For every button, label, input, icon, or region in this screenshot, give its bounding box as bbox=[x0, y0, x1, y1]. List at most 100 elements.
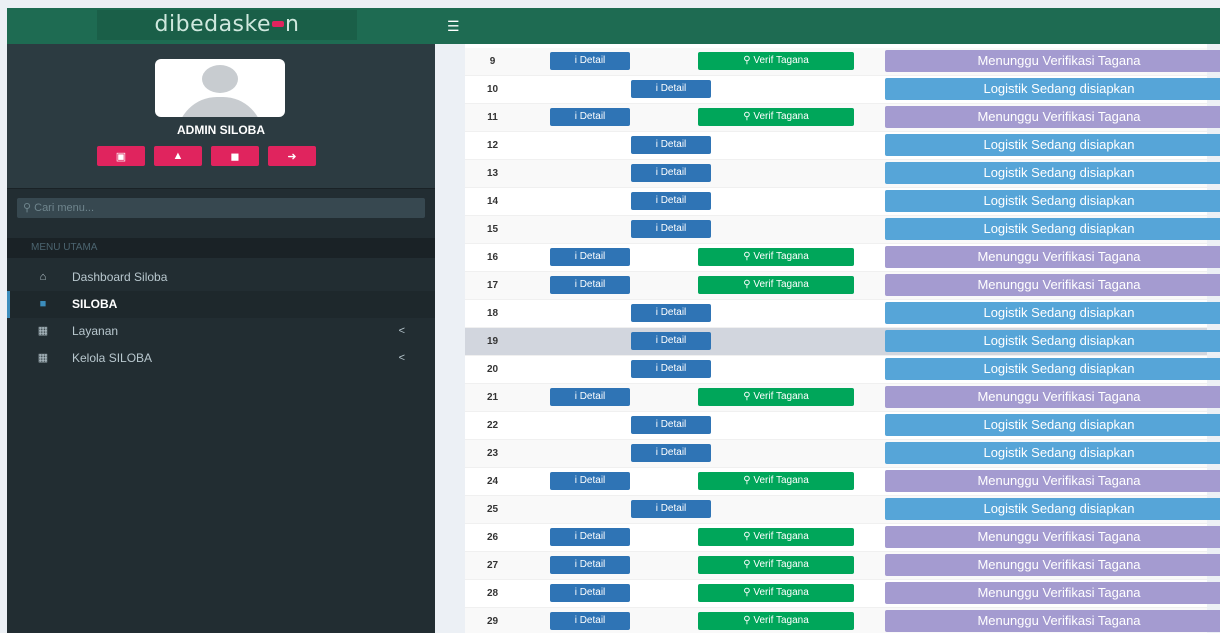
verif-tagana-button[interactable]: ⚲ Verif Tagana bbox=[698, 388, 854, 406]
verif-tagana-button[interactable]: ⚲ Verif Tagana bbox=[698, 584, 854, 602]
verif-label: Verif Tagana bbox=[753, 615, 809, 626]
detail-button[interactable]: i Detail bbox=[631, 304, 711, 322]
hamburger-icon[interactable]: ☰ bbox=[447, 18, 460, 35]
status-badge: Menunggu Verifikasi Tagana bbox=[885, 106, 1220, 128]
row-number: 13 bbox=[486, 168, 499, 179]
logo[interactable]: dibedaske n bbox=[97, 10, 357, 40]
lock-button[interactable]: ◼ bbox=[211, 146, 259, 166]
row-number: 28 bbox=[486, 588, 499, 599]
sidebar-item-label: Kelola SILOBA bbox=[72, 351, 153, 365]
detail-button[interactable]: i Detail bbox=[550, 472, 630, 490]
detail-label: Detail bbox=[660, 447, 687, 458]
grid-icon: ▦ bbox=[37, 352, 49, 364]
table-row: 15 i Detail Logistik Sedang disiapkan bbox=[465, 216, 1220, 244]
detail-button[interactable]: i Detail bbox=[550, 528, 630, 546]
detail-label: Detail bbox=[660, 363, 687, 374]
search-input[interactable]: ⚲ Cari menu... bbox=[17, 198, 425, 218]
profile-button[interactable]: ▲ bbox=[154, 146, 202, 166]
sidebar-item-label: Layanan bbox=[72, 324, 119, 338]
row-number: 10 bbox=[486, 84, 499, 95]
verif-label: Verif Tagana bbox=[753, 559, 809, 570]
row-number: 29 bbox=[486, 616, 499, 627]
verif-label: Verif Tagana bbox=[753, 279, 809, 290]
logo-suffix: n bbox=[285, 12, 300, 37]
detail-button[interactable]: i Detail bbox=[550, 612, 630, 630]
verif-tagana-button[interactable]: ⚲ Verif Tagana bbox=[698, 556, 854, 574]
verif-tagana-button[interactable]: ⚲ Verif Tagana bbox=[698, 528, 854, 546]
detail-button[interactable]: i Detail bbox=[631, 416, 711, 434]
detail-label: Detail bbox=[579, 251, 606, 262]
status-badge: Logistik Sedang disiapkan bbox=[885, 330, 1220, 352]
detail-button[interactable]: i Detail bbox=[631, 444, 711, 462]
verif-label: Verif Tagana bbox=[753, 531, 809, 542]
search-placeholder: Cari menu... bbox=[34, 202, 95, 214]
table-row: 21 i Detail ⚲ Verif Tagana Menunggu Verifik… bbox=[465, 384, 1220, 412]
detail-button[interactable]: i Detail bbox=[550, 248, 630, 266]
camera-button[interactable]: ▣ bbox=[97, 146, 145, 166]
table-row: 27 i Detail ⚲ Verif Tagana Menunggu Verifik… bbox=[465, 552, 1220, 580]
top-navbar: ☰ bbox=[435, 8, 1220, 44]
search-icon: ⚲ bbox=[743, 531, 754, 542]
row-number: 14 bbox=[486, 196, 499, 207]
verif-tagana-button[interactable]: ⚲ Verif Tagana bbox=[698, 52, 854, 70]
status-badge: Logistik Sedang disiapkan bbox=[885, 442, 1220, 464]
verif-tagana-button[interactable]: ⚲ Verif Tagana bbox=[698, 472, 854, 490]
table-row: 13 i Detail Logistik Sedang disiapkan bbox=[465, 160, 1220, 188]
table-row: 16 i Detail ⚲ Verif Tagana Menunggu Verifik… bbox=[465, 244, 1220, 272]
row-number: 16 bbox=[486, 252, 499, 263]
detail-button[interactable]: i Detail bbox=[631, 80, 711, 98]
detail-label: Detail bbox=[660, 335, 687, 346]
verif-tagana-button[interactable]: ⚲ Verif Tagana bbox=[698, 276, 854, 294]
detail-button[interactable]: i Detail bbox=[550, 584, 630, 602]
detail-button[interactable]: i Detail bbox=[631, 192, 711, 210]
table-row: 22 i Detail Logistik Sedang disiapkan bbox=[465, 412, 1220, 440]
logo-bar: dibedaske n bbox=[7, 8, 435, 44]
sidebar-item-layanan[interactable]: ▦ Layanan < bbox=[7, 318, 435, 345]
detail-label: Detail bbox=[660, 307, 687, 318]
sidebar-item-dashboard[interactable]: ⌂ Dashboard Siloba bbox=[7, 264, 435, 291]
detail-button[interactable]: i Detail bbox=[631, 220, 711, 238]
table-row: 19 i Detail Logistik Sedang disiapkan bbox=[465, 328, 1220, 356]
detail-button[interactable]: i Detail bbox=[550, 52, 630, 70]
table-row: 24 i Detail ⚲ Verif Tagana Menunggu Verifik… bbox=[465, 468, 1220, 496]
detail-button[interactable]: i Detail bbox=[631, 360, 711, 378]
detail-button[interactable]: i Detail bbox=[550, 556, 630, 574]
detail-button[interactable]: i Detail bbox=[631, 136, 711, 154]
sidebar-item-kelola-siloba[interactable]: ▦ Kelola SILOBA < bbox=[7, 345, 435, 372]
verif-tagana-button[interactable]: ⚲ Verif Tagana bbox=[698, 612, 854, 630]
detail-button[interactable]: i Detail bbox=[550, 108, 630, 126]
row-number: 17 bbox=[486, 280, 499, 291]
table-row: 29 i Detail ⚲ Verif Tagana Menunggu Verifik… bbox=[465, 608, 1220, 633]
detail-button[interactable]: i Detail bbox=[550, 276, 630, 294]
status-badge: Menunggu Verifikasi Tagana bbox=[885, 470, 1220, 492]
table-row: 9 i Detail ⚲ Verif Tagana Menunggu Verifika… bbox=[465, 48, 1220, 76]
row-number: 18 bbox=[486, 308, 499, 319]
verif-tagana-button[interactable]: ⚲ Verif Tagana bbox=[698, 108, 854, 126]
search-icon: ⚲ bbox=[743, 475, 754, 486]
logo-text: dibedaske bbox=[154, 12, 272, 37]
table-row: 18 i Detail Logistik Sedang disiapkan bbox=[465, 300, 1220, 328]
detail-button[interactable]: i Detail bbox=[631, 164, 711, 182]
row-number: 27 bbox=[486, 560, 499, 571]
search-icon: ⚲ bbox=[743, 587, 754, 598]
verif-label: Verif Tagana bbox=[753, 55, 809, 66]
verif-tagana-button[interactable]: ⚲ Verif Tagana bbox=[698, 248, 854, 266]
sidebar-item-label: Dashboard Siloba bbox=[72, 270, 168, 284]
detail-label: Detail bbox=[579, 475, 606, 486]
detail-label: Detail bbox=[660, 503, 687, 514]
row-number: 24 bbox=[486, 476, 499, 487]
detail-button[interactable]: i Detail bbox=[550, 388, 630, 406]
detail-button[interactable]: i Detail bbox=[631, 332, 711, 350]
logo-mark bbox=[272, 20, 285, 27]
detail-label: Detail bbox=[579, 531, 606, 542]
search-icon: ⚲ bbox=[743, 391, 754, 402]
detail-label: Detail bbox=[660, 223, 687, 234]
verif-label: Verif Tagana bbox=[753, 587, 809, 598]
avatar bbox=[155, 59, 285, 117]
table-row: 12 i Detail Logistik Sedang disiapkan bbox=[465, 132, 1220, 160]
sign-out-button[interactable]: ➜ bbox=[268, 146, 316, 166]
detail-button[interactable]: i Detail bbox=[631, 500, 711, 518]
status-badge: Logistik Sedang disiapkan bbox=[885, 498, 1220, 520]
sidebar-item-siloba[interactable]: ■ SILOBA bbox=[7, 291, 435, 318]
camera-icon: ▣ bbox=[115, 150, 127, 163]
